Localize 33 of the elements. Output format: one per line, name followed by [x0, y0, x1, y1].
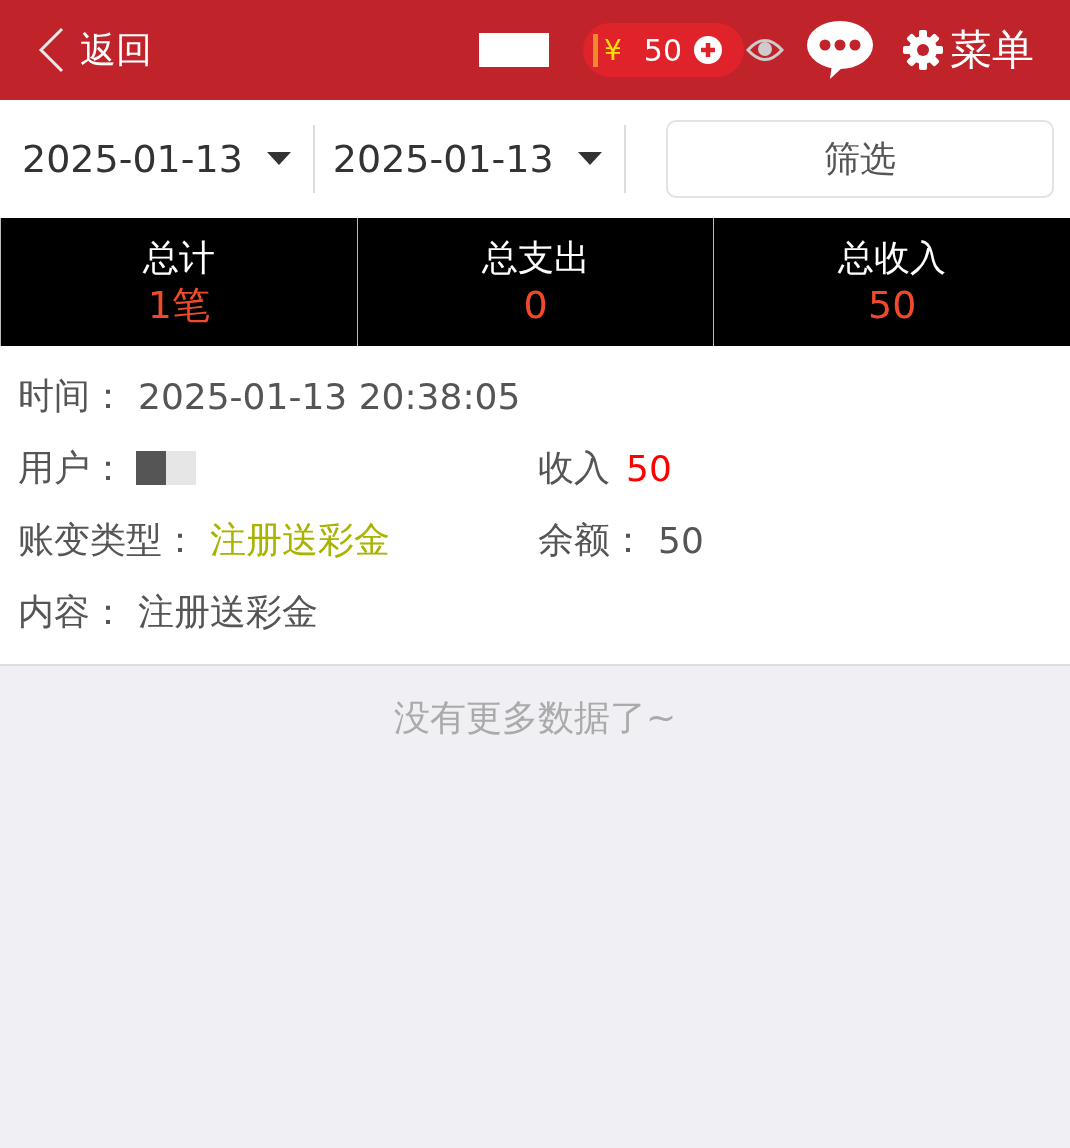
- dropdown-icon: [577, 152, 602, 166]
- summary-label: 总收入: [838, 236, 947, 280]
- summary-label: 总支出: [481, 236, 590, 280]
- content-value: 注册送彩金: [138, 589, 318, 634]
- add-icon: [694, 36, 722, 64]
- redaction-block: [136, 451, 196, 485]
- field-label: 余额：: [538, 517, 646, 562]
- filter-button[interactable]: 筛选: [665, 120, 1054, 198]
- chat-icon[interactable]: [806, 20, 874, 80]
- income-value: 50: [626, 447, 672, 489]
- field-label: 内容：: [18, 589, 126, 634]
- type-value: 注册送彩金: [210, 517, 390, 562]
- eye-icon[interactable]: [746, 37, 784, 63]
- time-value: 2025-01-13 20:38:05: [138, 375, 521, 417]
- balance-badge[interactable]: ¥ 50: [583, 23, 744, 77]
- end-of-list-text: 没有更多数据了~: [393, 696, 677, 740]
- settings-icon: [902, 29, 944, 71]
- summary-value: 50: [868, 282, 917, 329]
- dropdown-icon: [266, 152, 291, 166]
- field-label: 收入: [538, 445, 610, 490]
- summary-value: 0: [523, 282, 548, 329]
- field-label: 时间：: [18, 373, 126, 418]
- summary-value: 1笔: [147, 282, 210, 329]
- summary-label: 总计: [142, 236, 215, 280]
- back-button[interactable]: 返回: [38, 25, 152, 75]
- back-icon: [38, 27, 64, 73]
- redaction-block: [479, 33, 549, 67]
- date-picker[interactable]: 2025-01-13: [332, 137, 602, 181]
- balance-value: 50: [658, 519, 704, 561]
- field-label: 账变类型：: [18, 517, 198, 562]
- menu-button[interactable]: 菜单: [902, 22, 1034, 78]
- date-picker[interactable]: 2025-01-13: [22, 137, 291, 181]
- field-label: 用户：: [18, 445, 126, 490]
